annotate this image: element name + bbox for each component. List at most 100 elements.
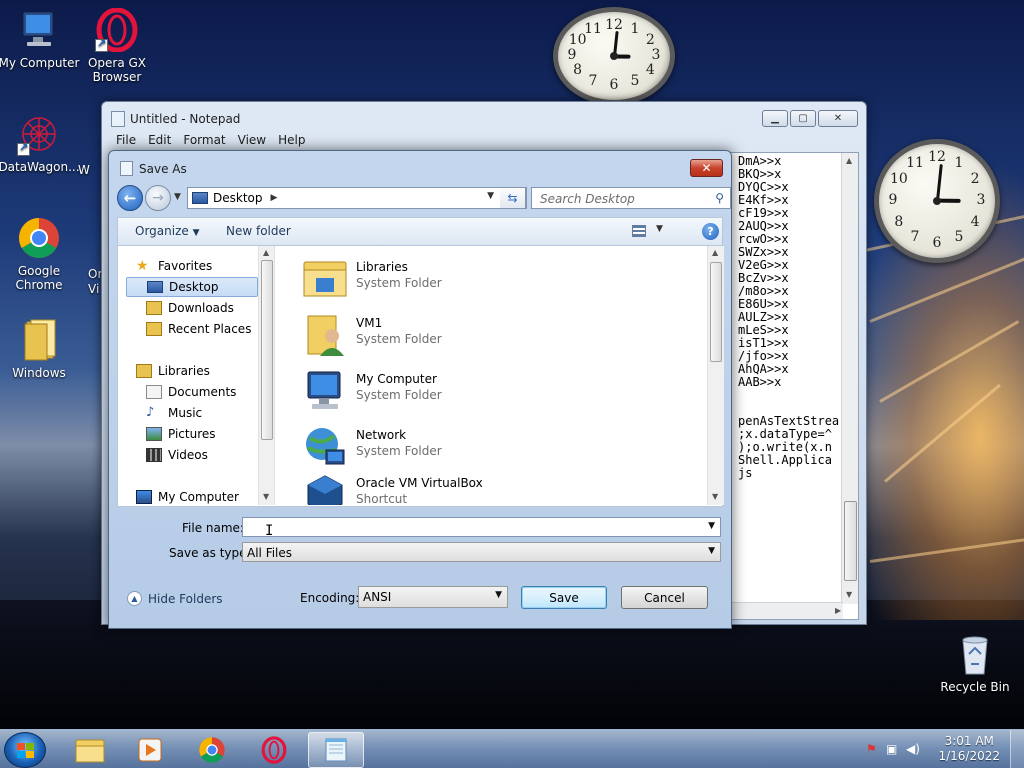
- save-as-dialog[interactable]: Save As ✕ ← → ▼ Desktop ▶ ▼ ⇆ Search Des…: [108, 150, 732, 629]
- scroll-right-icon[interactable]: ▶: [835, 606, 841, 615]
- save-button[interactable]: Save: [521, 586, 607, 609]
- scroll-up-icon[interactable]: ▲: [712, 248, 718, 257]
- menu-file[interactable]: File: [110, 132, 142, 148]
- search-box[interactable]: Search Desktop ⚲: [531, 187, 731, 209]
- encoding-value: ANSI: [363, 590, 392, 604]
- scroll-down-icon[interactable]: ▼: [712, 492, 718, 501]
- close-button[interactable]: ✕: [690, 159, 723, 177]
- file-name-input[interactable]: ▼: [242, 517, 721, 537]
- views-icon[interactable]: [632, 225, 646, 237]
- desktop-icon-my-computer[interactable]: My Computer: [0, 8, 81, 70]
- clock-numeral: 9: [567, 47, 577, 63]
- scroll-up-icon[interactable]: ▲: [846, 156, 852, 165]
- desktop-icon-label: Google Chrome: [15, 264, 63, 292]
- file-item-libraries[interactable]: Libraries System Folder: [292, 252, 692, 306]
- clock-numeral: 5: [630, 72, 640, 89]
- clock-numeral: 6: [932, 235, 942, 251]
- encoding-label: Encoding:: [300, 591, 360, 605]
- network-icon[interactable]: ▣: [886, 742, 901, 756]
- nav-desktop[interactable]: Desktop: [126, 277, 258, 297]
- file-item-my-computer[interactable]: My Computer System Folder: [292, 364, 692, 418]
- show-desktop-button[interactable]: [1010, 730, 1024, 768]
- scrollbar-thumb[interactable]: [710, 262, 722, 362]
- nav-favorites[interactable]: ★ Favorites: [136, 256, 268, 276]
- file-list-scrollbar[interactable]: ▲ ▼: [707, 246, 724, 505]
- command-bar: Organize ▼ New folder ▼ ?: [117, 217, 723, 246]
- dialog-body: ★ Favorites Desktop Downloads Recent Pla…: [117, 246, 724, 507]
- menu-help[interactable]: Help: [272, 132, 311, 148]
- scroll-up-icon[interactable]: ▲: [263, 248, 269, 257]
- cancel-button[interactable]: Cancel: [621, 586, 708, 609]
- clock-gadget[interactable]: 1 2 3 4 5 6 7 8 9 10 11 12: [553, 7, 675, 105]
- scrollbar-thumb[interactable]: [844, 501, 857, 581]
- menu-view[interactable]: View: [232, 132, 272, 148]
- scrollbar-thumb[interactable]: [261, 260, 273, 440]
- minimize-button[interactable]: ▁: [762, 110, 788, 127]
- taskbar-chrome[interactable]: [184, 732, 240, 768]
- clock-numeral: 5: [954, 229, 964, 246]
- search-icon[interactable]: ⚲: [715, 191, 724, 205]
- views-dropdown-icon[interactable]: ▼: [656, 224, 663, 234]
- taskbar-media-player[interactable]: [122, 732, 178, 768]
- desktop-icon-windows-folder[interactable]: Windows: [0, 318, 81, 380]
- file-type: Shortcut: [356, 492, 408, 505]
- desktop-icon-recycle-bin[interactable]: Recycle Bin: [933, 632, 1017, 694]
- refresh-icon: ⇆: [507, 191, 518, 205]
- notepad-icon: [120, 161, 133, 176]
- maximize-button[interactable]: ▢: [790, 110, 816, 127]
- taskbar-notepad[interactable]: [308, 732, 364, 768]
- folder-icon: [17, 318, 61, 362]
- file-item-vm1[interactable]: VM1 System Folder: [292, 308, 692, 362]
- hide-folders-button[interactable]: ▲ Hide Folders: [127, 591, 223, 606]
- notepad-text-content: DmA>>x BKQ>>x DYQC>>x E4Kf>>x cF19>>x 2A…: [738, 154, 840, 480]
- chevron-down-icon[interactable]: ▼: [708, 546, 715, 556]
- clock-gadget[interactable]: 1 2 3 4 5 6 7 8 9 10 11 12: [874, 139, 1000, 263]
- address-dropdown-icon[interactable]: ▼: [487, 191, 494, 201]
- desktop-icon-datawagon[interactable]: DataWagon...: [0, 112, 81, 174]
- desktop-icon-opera-gx[interactable]: Opera GX Browser: [75, 7, 159, 84]
- file-item-oracle-vm-virtualbox[interactable]: Oracle VM VirtualBox Shortcut: [292, 468, 692, 505]
- encoding-select[interactable]: ANSI ▼: [358, 586, 508, 608]
- chevron-down-icon[interactable]: ▼: [495, 590, 502, 600]
- scroll-down-icon[interactable]: ▼: [846, 590, 852, 599]
- back-button[interactable]: ←: [117, 185, 143, 211]
- libraries-folder-icon: [303, 261, 347, 297]
- help-icon[interactable]: ?: [702, 223, 719, 240]
- search-input[interactable]: Search Desktop: [540, 192, 635, 206]
- forward-button[interactable]: →: [145, 185, 171, 211]
- address-location[interactable]: Desktop: [213, 191, 263, 205]
- close-button[interactable]: ✕: [818, 110, 858, 127]
- taskbar-explorer[interactable]: [62, 732, 118, 768]
- nav-label: Downloads: [168, 301, 234, 315]
- action-center-flag-icon[interactable]: ⚑: [866, 742, 881, 756]
- menu-format[interactable]: Format: [177, 132, 231, 148]
- taskbar-opera-gx[interactable]: [246, 732, 302, 768]
- nav-my-computer[interactable]: My Computer: [136, 487, 268, 507]
- recycle-bin-icon: [953, 632, 997, 676]
- nav-label: Favorites: [158, 259, 213, 273]
- breadcrumb-chevron-icon[interactable]: ▶: [271, 193, 278, 203]
- file-item-network[interactable]: Network System Folder: [292, 420, 692, 474]
- volume-icon[interactable]: ◀): [906, 742, 921, 756]
- desktop-icon-google-chrome[interactable]: Google Chrome: [0, 216, 81, 292]
- organize-button[interactable]: Organize ▼: [135, 224, 200, 238]
- save-as-type-select[interactable]: All Files ▼: [242, 542, 721, 562]
- dialog-title: Save As: [139, 162, 187, 176]
- computer-icon: [17, 8, 61, 52]
- refresh-button[interactable]: ⇆: [500, 187, 526, 209]
- pictures-icon: [146, 427, 162, 441]
- address-bar[interactable]: Desktop ▶ ▼: [187, 187, 527, 209]
- chevron-down-icon[interactable]: ▼: [708, 521, 715, 531]
- nav-libraries[interactable]: Libraries: [136, 361, 268, 381]
- navigation-pane-scrollbar[interactable]: ▲ ▼: [258, 246, 275, 505]
- vertical-scrollbar[interactable]: ▲ ▼: [841, 153, 858, 604]
- menu-edit[interactable]: Edit: [142, 132, 177, 148]
- new-folder-button[interactable]: New folder: [226, 224, 291, 238]
- recent-pages-dropdown-icon[interactable]: ▼: [174, 192, 181, 202]
- taskbar-clock[interactable]: 3:01 AM 1/16/2022: [938, 734, 1000, 764]
- desktop-icon-label-partial: W: [78, 163, 90, 177]
- start-button[interactable]: [4, 732, 46, 768]
- chevron-down-icon: ▼: [192, 228, 200, 238]
- clock-numeral: 2: [645, 32, 655, 48]
- scroll-down-icon[interactable]: ▼: [263, 492, 269, 501]
